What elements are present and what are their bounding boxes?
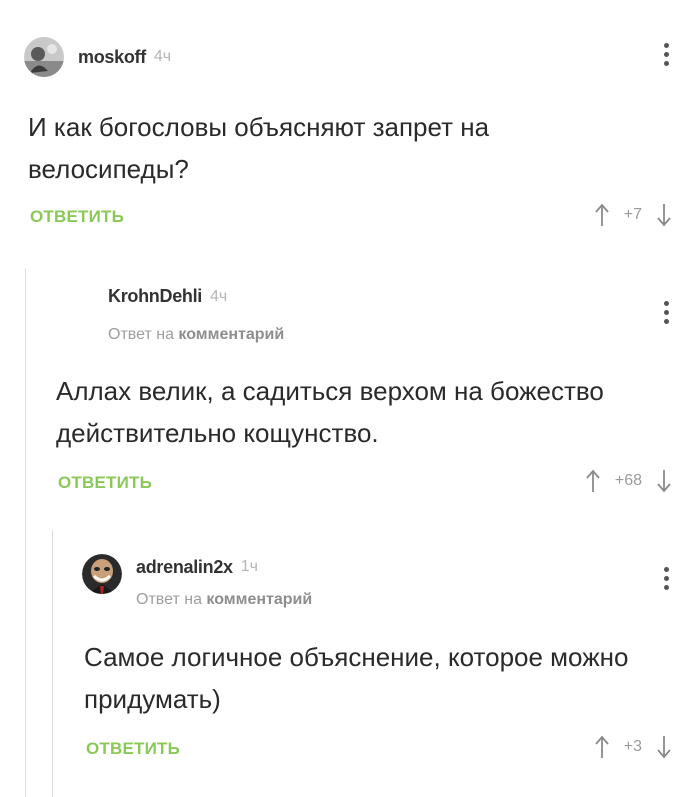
vote-score: +68 [614, 472, 642, 489]
arrow-down-icon[interactable] [656, 469, 672, 493]
author-line: adrenalin2x 1ч [136, 557, 258, 578]
arrow-down-icon[interactable] [656, 203, 672, 227]
vote-controls: +68 [585, 469, 672, 493]
comment-time: 4ч [153, 48, 172, 65]
comment-text: Аллах велик, а садиться верхом на божест… [56, 376, 604, 448]
comment-author[interactable]: KrohnDehli [108, 286, 202, 307]
vote-controls: +3 [594, 735, 672, 759]
comment-time: 1ч [240, 558, 258, 575]
reply-to-link[interactable]: комментарий [178, 326, 284, 343]
comment-author[interactable]: moskoff [78, 47, 146, 68]
reply-button[interactable]: ОТВЕТИТЬ [58, 473, 152, 493]
vote-score: +3 [623, 738, 642, 755]
reply-button[interactable]: ОТВЕТИТЬ [30, 207, 124, 227]
reply-to-label: Ответ на комментарий [108, 326, 284, 344]
more-vertical-icon[interactable] [662, 567, 670, 590]
comment-text: И как богословы объясняют запрет на вело… [28, 112, 490, 184]
comments-page: moskoff 4ч И как богословы объясняют зап… [0, 0, 700, 797]
reply-to-prefix: Ответ на [108, 326, 174, 343]
reply-to-label: Ответ на комментарий [136, 591, 312, 609]
user-avatar[interactable] [24, 37, 64, 77]
comment-meta: adrenalin2x 1ч [136, 557, 258, 578]
more-vertical-icon[interactable] [662, 43, 670, 66]
reply-button[interactable]: ОТВЕТИТЬ [86, 739, 180, 759]
comment-header: moskoff 4ч [24, 37, 171, 77]
comment-text: Самое логичное объяснение, которое можно… [84, 642, 629, 714]
comment-adrenalin2x: adrenalin2x 1ч Ответ на комментарий Само… [0, 530, 700, 797]
comment-time: 4ч [210, 287, 228, 305]
comment-author[interactable]: adrenalin2x [136, 557, 233, 578]
more-vertical-icon[interactable] [662, 301, 670, 324]
arrow-up-icon[interactable] [594, 735, 610, 759]
thread-line [52, 530, 53, 797]
reply-to-link[interactable]: комментарий [206, 591, 312, 608]
comment-moskoff: moskoff 4ч И как богословы объясняют зап… [0, 0, 700, 240]
arrow-up-icon[interactable] [594, 203, 610, 227]
user-avatar[interactable] [82, 554, 122, 594]
arrow-down-icon[interactable] [656, 735, 672, 759]
comment-header: adrenalin2x 1ч [82, 554, 258, 594]
reply-to-prefix: Ответ на [136, 591, 202, 608]
comment-header: KrohnDehli 4ч [108, 286, 227, 307]
vote-score: +7 [623, 206, 642, 223]
vote-controls: +7 [594, 203, 672, 227]
arrow-up-icon[interactable] [585, 469, 601, 493]
